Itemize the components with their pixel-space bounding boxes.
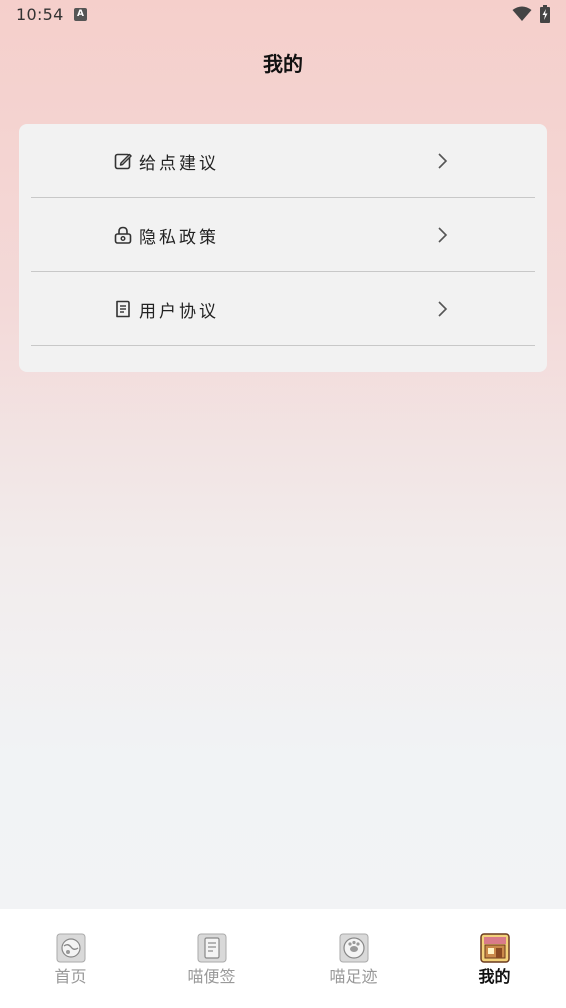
page-title: 我的 <box>263 52 303 76</box>
menu-item-feedback[interactable]: 给点建议 <box>31 124 535 198</box>
profile-icon <box>480 933 510 963</box>
lock-icon <box>114 226 132 244</box>
menu-item-label: 用户协议 <box>139 302 219 322</box>
tab-label: 喵足迹 <box>329 967 378 986</box>
edit-icon <box>114 153 132 170</box>
menu-item-user-agreement[interactable]: 用户协议 <box>31 272 535 346</box>
home-icon <box>56 933 86 963</box>
tab-profile[interactable]: 我的 <box>424 909 565 1008</box>
wifi-icon <box>512 6 532 21</box>
footprint-icon <box>339 933 369 963</box>
menu-card: 给点建议 隐私政策 用户协议 <box>19 124 547 372</box>
battery-charging-icon <box>540 5 550 23</box>
tab-footprint[interactable]: 喵足迹 <box>283 909 424 1008</box>
tab-label: 喵便签 <box>187 967 236 986</box>
tab-home[interactable]: 首页 <box>0 909 141 1008</box>
notes-icon <box>197 933 227 963</box>
status-bar: 10:54 A <box>0 0 566 30</box>
menu-item-label: 隐私政策 <box>139 228 219 248</box>
chevron-right-icon <box>438 153 448 169</box>
tab-label: 我的 <box>478 967 511 986</box>
status-time: 10:54 <box>16 5 64 24</box>
tab-label: 首页 <box>54 967 87 986</box>
chevron-right-icon <box>438 227 448 243</box>
menu-item-privacy[interactable]: 隐私政策 <box>31 198 535 272</box>
tab-notes[interactable]: 喵便签 <box>141 909 282 1008</box>
menu-item-label: 给点建议 <box>139 154 219 174</box>
a-icon: A <box>74 8 87 21</box>
chevron-right-icon <box>438 301 448 317</box>
bottom-tab-bar: 首页 喵便签 喵足迹 我的 <box>0 909 566 1008</box>
document-icon <box>116 300 130 318</box>
